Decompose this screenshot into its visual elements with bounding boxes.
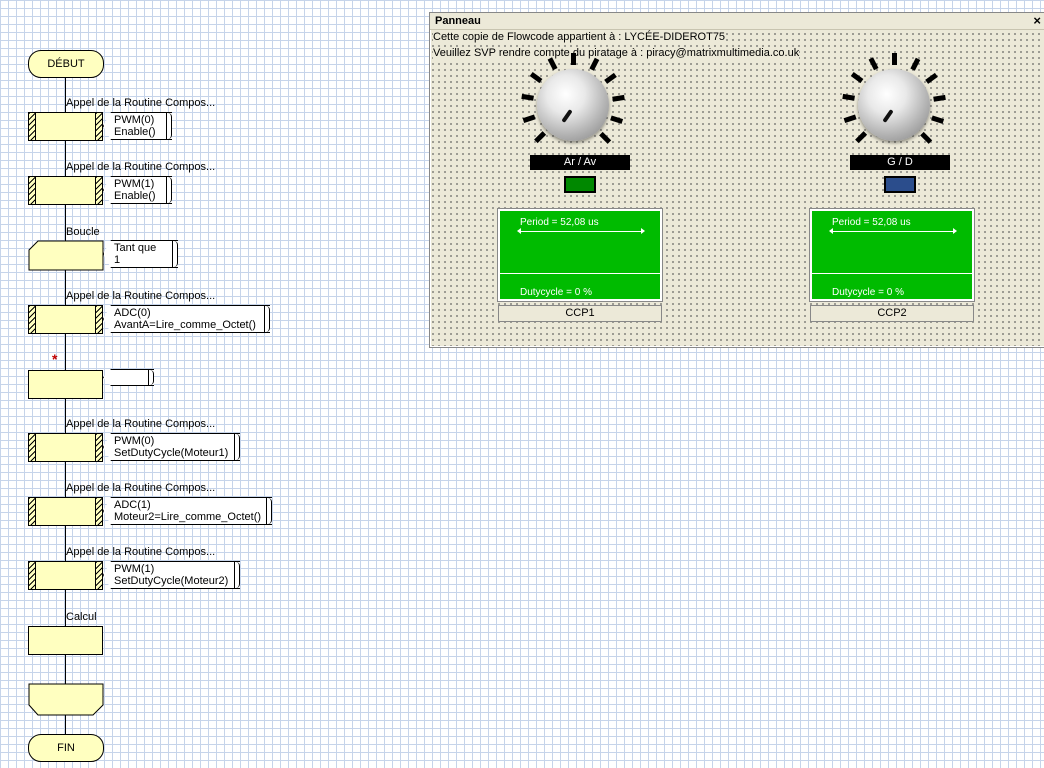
comment-line: Moteur2=Lire_comme_Octet() <box>114 511 262 523</box>
knob-tick <box>892 53 897 65</box>
knob-tick <box>571 53 576 65</box>
knob-tick <box>529 72 543 84</box>
led-indicator <box>564 176 596 193</box>
knob-tick <box>925 72 938 84</box>
rotary-knob-ar-av[interactable] <box>537 69 609 141</box>
component-macro-block[interactable] <box>28 497 103 526</box>
block-label: Appel de la Routine Compos... <box>66 97 216 109</box>
comment-line: 1 <box>114 254 121 266</box>
comment-line: PWM(0) <box>114 435 155 447</box>
knob-tick <box>612 94 625 102</box>
period-readout: Period = 52,08 us <box>520 217 599 228</box>
loop-label: Boucle <box>66 226 100 238</box>
block-comment: PWM(0) Enable() <box>103 112 172 140</box>
knob-tick <box>534 131 547 144</box>
panel-titlebar: Panneau × <box>430 13 1044 30</box>
block-comment: ADC(1) Moteur2=Lire_comme_Octet() <box>103 497 272 525</box>
knob-tick <box>604 72 617 84</box>
comment-line: PWM(0) <box>114 114 155 126</box>
knob-tick <box>910 57 921 71</box>
knob-label-g-d: G / D <box>850 155 950 170</box>
comment-line: AvantA=Lire_comme_Octet() <box>114 319 256 331</box>
rotary-knob-g-d[interactable] <box>858 69 930 141</box>
period-readout: Period = 52,08 us <box>832 217 911 228</box>
block-comment: PWM(0) SetDutyCycle(Moteur1) <box>103 433 240 461</box>
calc-label: Calcul <box>66 611 97 623</box>
led-indicator <box>884 176 916 193</box>
comment-line: Enable() <box>114 190 156 202</box>
period-arrow <box>829 228 957 234</box>
component-macro-block[interactable] <box>28 433 103 462</box>
pwm-scope-ccp1: Period = 52,08 us Dutycycle = 0 % <box>497 208 663 302</box>
knob-tick <box>610 115 624 124</box>
knob-tick <box>931 115 945 124</box>
panel-window: Panneau × Cette copie de Flowcode appart… <box>429 12 1044 348</box>
calculation-block[interactable] <box>28 626 103 655</box>
loop-end-block[interactable] <box>28 683 104 716</box>
ccp1-label: CCP1 <box>498 305 662 322</box>
close-icon[interactable]: × <box>1033 13 1041 28</box>
empty-comment <box>103 369 154 386</box>
comment-line: SetDutyCycle(Moteur2) <box>114 575 229 587</box>
loop-comment: Tant que 1 <box>103 240 178 268</box>
start-terminal[interactable]: DÉBUT <box>28 50 104 78</box>
knob-tick <box>850 72 864 84</box>
empty-block[interactable] <box>28 370 103 399</box>
comment-line: Tant que <box>114 242 157 254</box>
component-macro-block[interactable] <box>28 176 103 205</box>
comment-line: SetDutyCycle(Moteur1) <box>114 447 229 459</box>
knob-tick <box>842 93 855 101</box>
marker-star: * <box>52 351 58 367</box>
component-macro-block[interactable] <box>28 561 103 590</box>
loop-start-block[interactable] <box>28 240 104 271</box>
knob-tick <box>547 57 558 71</box>
block-comment: PWM(1) SetDutyCycle(Moteur2) <box>103 561 240 589</box>
comment-line: ADC(1) <box>114 499 151 511</box>
block-label: Appel de la Routine Compos... <box>66 418 216 430</box>
knob-tick <box>522 114 536 123</box>
ccp2-label: CCP2 <box>810 305 974 322</box>
dutycycle-readout: Dutycycle = 0 % <box>832 287 904 298</box>
block-comment: PWM(1) Enable() <box>103 176 172 204</box>
knob-tick <box>920 131 933 144</box>
component-macro-block[interactable] <box>28 112 103 141</box>
dutycycle-readout: Dutycycle = 0 % <box>520 287 592 298</box>
comment-line: PWM(1) <box>114 178 155 190</box>
block-label: Appel de la Routine Compos... <box>66 290 216 302</box>
knob-tick <box>843 114 857 123</box>
pwm-scope-ccp2: Period = 52,08 us Dutycycle = 0 % <box>809 208 975 302</box>
knob-tick <box>521 93 534 101</box>
block-label: Appel de la Routine Compos... <box>66 546 216 558</box>
knob-label-ar-av: Ar / Av <box>530 155 630 170</box>
component-macro-block[interactable] <box>28 305 103 334</box>
knob-tick <box>589 57 600 71</box>
period-arrow <box>517 228 645 234</box>
end-terminal[interactable]: FIN <box>28 734 104 762</box>
comment-line: ADC(0) <box>114 307 151 319</box>
knob-tick <box>933 94 946 102</box>
knob-tick <box>855 131 868 144</box>
knob-tick <box>599 131 612 144</box>
block-comment: ADC(0) AvantA=Lire_comme_Octet() <box>103 305 270 333</box>
comment-line: Enable() <box>114 126 156 138</box>
license-text: Cette copie de Flowcode appartient à : L… <box>433 31 726 43</box>
panel-title: Panneau <box>435 15 481 27</box>
knob-tick <box>868 57 879 71</box>
comment-line: PWM(1) <box>114 563 155 575</box>
block-label: Appel de la Routine Compos... <box>66 482 216 494</box>
block-label: Appel de la Routine Compos... <box>66 161 216 173</box>
